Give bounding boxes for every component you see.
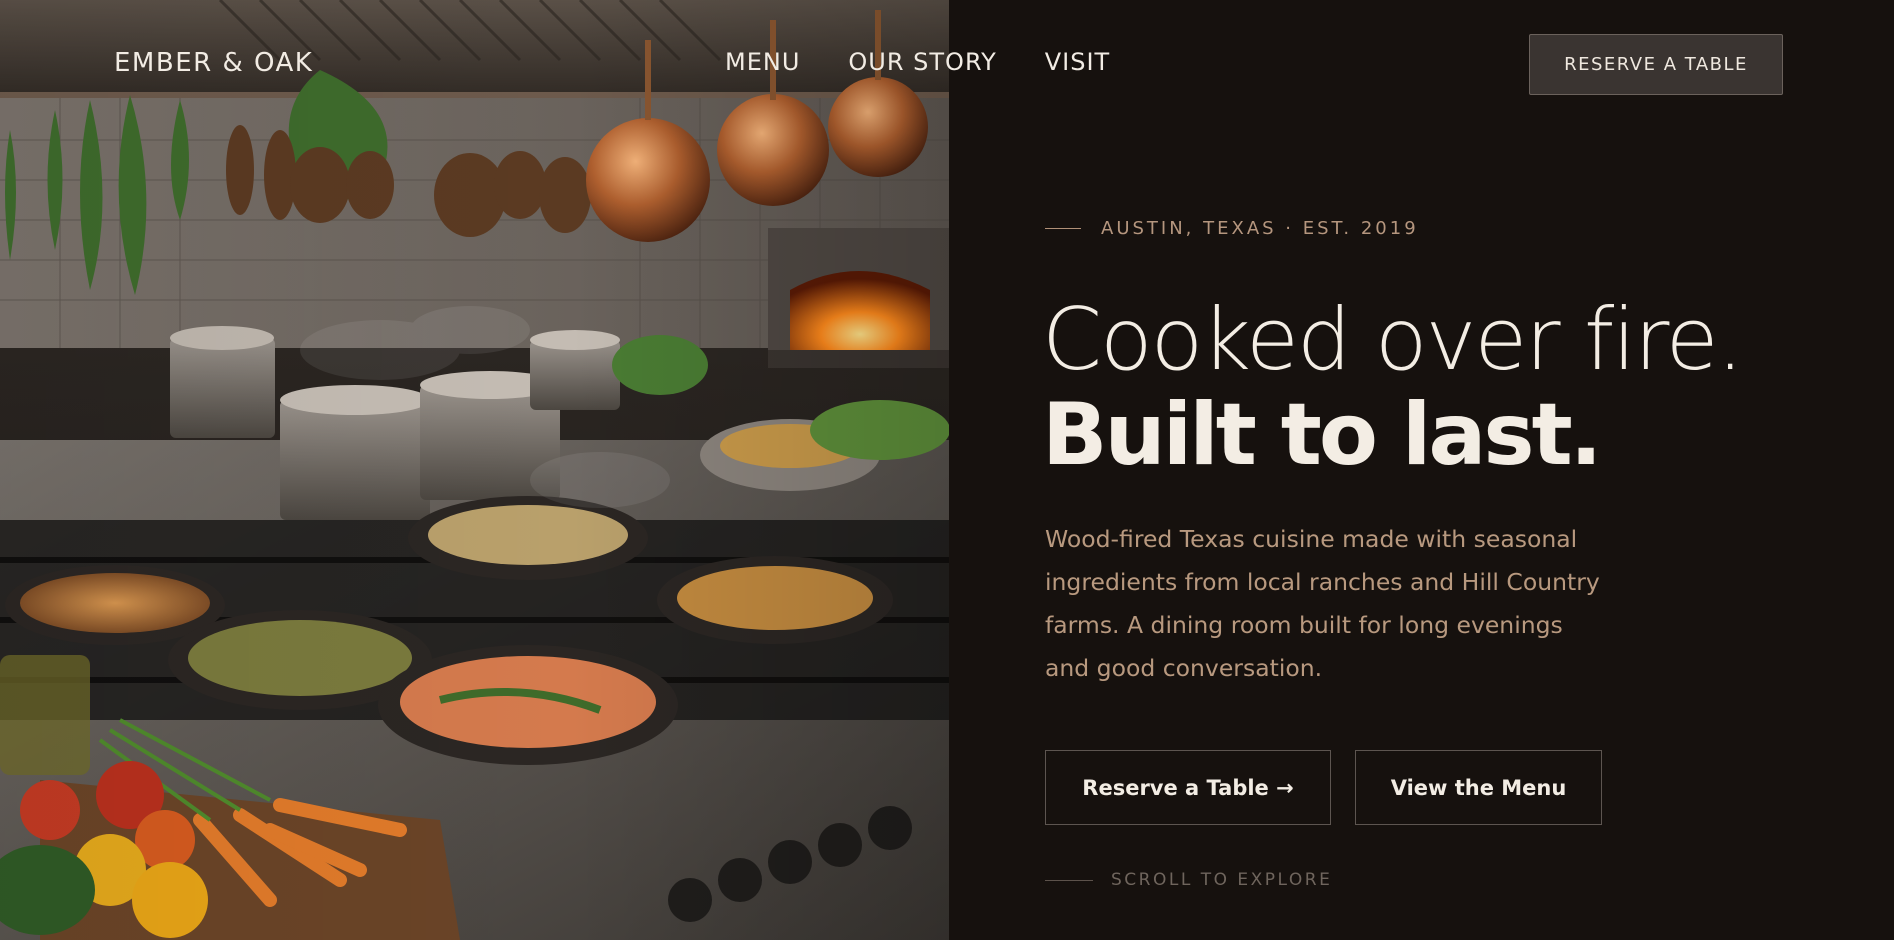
kitchen-hero-image xyxy=(0,0,949,940)
reserve-table-button[interactable]: Reserve a Table → xyxy=(1045,750,1331,825)
brand-logo[interactable]: EMBER & OAK xyxy=(114,48,313,78)
nav-item-menu[interactable]: MENU xyxy=(725,48,800,76)
headline-line-1: Cooked over fire. xyxy=(1042,290,1744,390)
eyebrow-text: AUSTIN, TEXAS · EST. 2019 xyxy=(1101,218,1419,239)
view-menu-button[interactable]: View the Menu xyxy=(1355,750,1602,825)
location-eyebrow: AUSTIN, TEXAS · EST. 2019 xyxy=(1045,218,1419,239)
headline-line-2: Built to last. xyxy=(1042,385,1602,485)
nav-item-our-story[interactable]: OUR STORY xyxy=(848,48,996,76)
scroll-rule xyxy=(1045,879,1093,881)
kitchen-illustration xyxy=(0,0,949,940)
scroll-cue-text: SCROLL TO EXPLORE xyxy=(1111,870,1333,890)
primary-nav: MENU OUR STORY VISIT xyxy=(725,48,1110,76)
hero-description: Wood-fired Texas cuisine made with seaso… xyxy=(1045,525,1600,682)
nav-item-visit[interactable]: VISIT xyxy=(1045,48,1110,76)
landing-page: EMBER & OAK MENU OUR STORY VISIT RESERVE… xyxy=(0,0,1894,940)
scroll-cue[interactable]: SCROLL TO EXPLORE xyxy=(1045,870,1332,890)
reserve-table-nav-button[interactable]: RESERVE A TABLE xyxy=(1529,34,1783,95)
eyebrow-rule xyxy=(1045,228,1081,229)
